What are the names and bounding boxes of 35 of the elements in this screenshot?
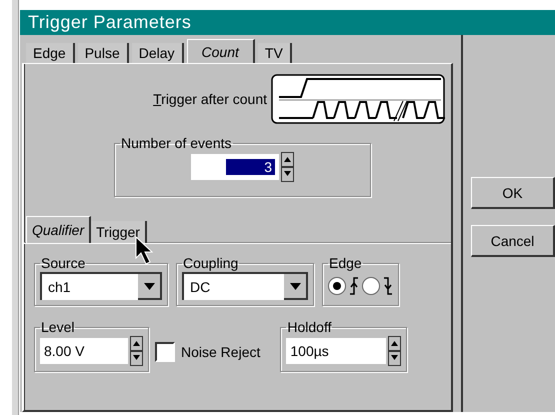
radio-button[interactable]	[328, 277, 346, 295]
radio-button[interactable]	[362, 277, 380, 295]
spin-arrows-icon[interactable]	[130, 336, 143, 366]
rising-edge-icon	[349, 277, 359, 295]
dropdown-arrow-button[interactable]	[284, 274, 308, 300]
events-field[interactable]: 3	[191, 154, 279, 180]
dialog-button[interactable]: OK	[471, 177, 555, 209]
group-label: Number of events	[120, 136, 232, 150]
caret-icon	[144, 282, 154, 290]
group-label: Source	[40, 256, 86, 270]
group-label: Holdoff	[286, 320, 332, 334]
checkbox-label: Noise Reject	[181, 344, 260, 360]
falling-edge-icon	[383, 277, 393, 295]
caret-icon	[290, 282, 300, 290]
tab[interactable]: Qualifier	[26, 216, 92, 243]
group-label: Level	[40, 320, 76, 334]
tab[interactable]: Delay	[132, 43, 184, 63]
tab[interactable]: Count	[186, 39, 255, 63]
coupling-dropdown[interactable]: DC	[182, 272, 308, 300]
tab[interactable]: Pulse	[78, 43, 129, 63]
holdoff-field[interactable]: 100µs	[286, 338, 386, 364]
group-label: Coupling	[182, 256, 240, 270]
checkbox[interactable]	[155, 342, 175, 362]
tab[interactable]: TV	[258, 43, 292, 63]
level-field[interactable]: 8.00 V	[40, 338, 128, 364]
tab[interactable]: Trigger	[91, 221, 147, 243]
dropdown-arrow-button[interactable]	[138, 274, 162, 300]
spin-arrows-icon[interactable]	[388, 336, 402, 366]
dialog-button[interactable]: Cancel	[471, 225, 555, 257]
source-dropdown[interactable]: ch1	[40, 272, 162, 300]
spin-arrows-icon[interactable]	[281, 152, 294, 182]
group-label: Edge	[328, 256, 363, 270]
window-title: Trigger Parameters	[20, 10, 555, 35]
trigger-after-count-label: Trigger after count	[153, 91, 267, 107]
tab[interactable]: Edge	[26, 43, 75, 63]
